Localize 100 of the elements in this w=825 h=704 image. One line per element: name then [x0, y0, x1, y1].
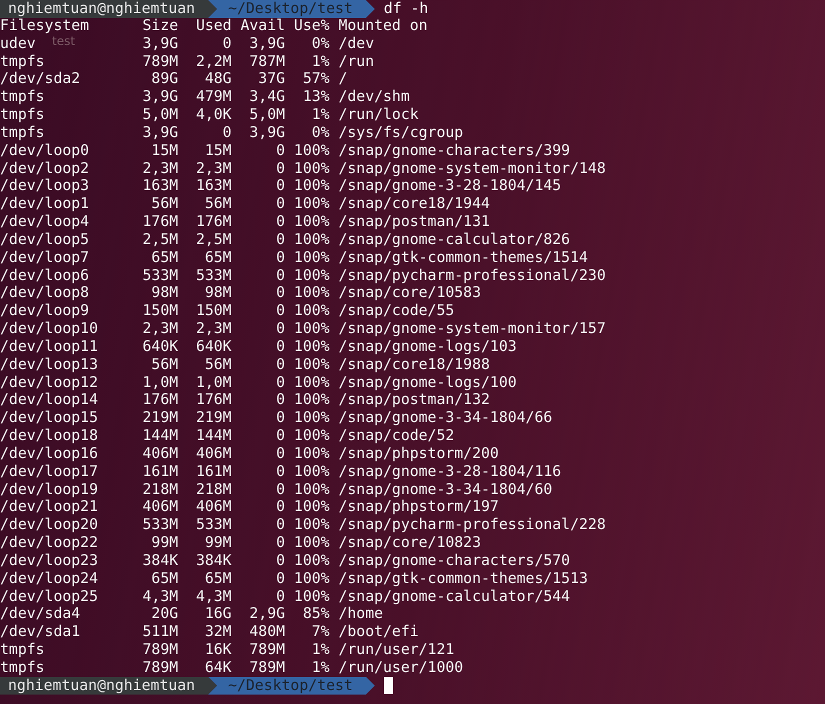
table-cell-text: /snap/gnome-system-monitor/157: [337, 320, 607, 338]
table-cell-text: 0: [275, 409, 286, 428]
table-cell-text: 150M: [142, 302, 178, 320]
table-cell-text: 100%: [292, 195, 330, 214]
table-cell-text: 100%: [292, 266, 330, 284]
table-cell-text: 176M: [142, 213, 178, 231]
table-cell-text: 2,3M: [194, 160, 232, 178]
table-cell: /dev/loop6: [0, 266, 90, 284]
column-header: Avail: [239, 17, 286, 35]
table-cell-text: 3,9G: [142, 124, 178, 142]
table-cell-text: 2,9G: [248, 605, 286, 624]
table-cell-text: 0: [275, 374, 286, 392]
table-cell-text: 0: [275, 570, 286, 588]
table-cell-text: 1%: [310, 52, 330, 70]
table-cell-text: 100%: [292, 480, 330, 498]
table-cell-text: 640K: [142, 338, 178, 356]
table-cell-text: 176M: [142, 391, 178, 410]
table-cell-text: 2,5M: [142, 230, 178, 249]
table-cell-text: 56M: [150, 356, 178, 374]
table-cell-text: /snap/core/10823: [337, 534, 482, 552]
table-cell-text: /run/lock: [337, 106, 420, 124]
table-cell-text: 100%: [292, 409, 330, 428]
table-cell-text: /snap/gnome-logs/103: [337, 338, 518, 356]
ghost-label: test: [52, 36, 76, 47]
table-cell-text: /run: [337, 52, 376, 70]
table-cell-text: /: [337, 70, 348, 88]
table-cell: /dev/sda1: [0, 623, 80, 641]
table-cell-text: 56M: [204, 356, 232, 374]
table-cell-text: /snap/gnome-3-28-1804/116: [337, 462, 562, 481]
table-cell-text: 218M: [142, 480, 178, 498]
table-cell-text: /run/user/1000: [337, 658, 464, 677]
prompt-user-segment: nghiemtuan@nghiemtuan: [0, 676, 218, 695]
table-cell-text: 65M: [150, 570, 178, 588]
table-cell-text: 4,0K: [194, 106, 232, 124]
table-cell-text: 0: [275, 177, 286, 196]
table-cell-text: 16G: [204, 605, 232, 624]
table-cell: tmpfs: [0, 658, 45, 677]
table-cell-text: 0: [275, 480, 286, 498]
table-cell: /dev/loop0: [0, 142, 90, 160]
table-cell: /dev/loop1: [0, 195, 90, 214]
table-cell-text: 100%: [292, 142, 330, 160]
table-cell-text: 0: [275, 230, 286, 249]
table-cell-text: 100%: [292, 498, 330, 516]
column-header: Mounted on: [337, 17, 429, 35]
table-cell-text: 2,3M: [194, 320, 232, 338]
table-cell-text: 100%: [292, 462, 330, 481]
table-cell-text: /snap/core18/1944: [337, 195, 491, 214]
table-cell-text: 0: [275, 356, 286, 374]
table-cell-text: 384K: [142, 552, 178, 570]
table-cell-text: 640K: [194, 338, 232, 356]
table-cell-text: 144M: [142, 427, 178, 445]
table-cell-text: 100%: [292, 356, 330, 374]
table-cell-text: 20G: [150, 605, 178, 624]
table-cell-text: 1%: [310, 106, 330, 124]
table-cell-text: 4,3M: [142, 588, 178, 606]
table-cell-text: 2,5M: [194, 230, 232, 249]
table-cell-text: 100%: [292, 320, 330, 338]
table-cell: /dev/sda2: [0, 70, 80, 88]
table-cell-text: 64K: [204, 658, 232, 677]
table-cell-text: 100%: [292, 302, 330, 320]
table-cell-text: /run/user/121: [337, 640, 456, 659]
table-cell-text: /snap/core18/1988: [337, 356, 491, 374]
table-cell-text: 0: [275, 142, 286, 160]
table-cell-text: 0: [275, 320, 286, 338]
table-cell-text: 163M: [142, 177, 178, 196]
table-cell-text: 0: [275, 195, 286, 214]
table-cell: /dev/loop22: [0, 534, 98, 552]
table-cell-text: 56M: [204, 195, 232, 214]
table-cell-text: 1%: [310, 658, 330, 677]
table-cell-text: 57%: [302, 70, 330, 88]
table-cell-text: /snap/gnome-logs/100: [337, 374, 518, 392]
table-cell-text: 0: [275, 213, 286, 231]
table-cell-text: /boot/efi: [337, 623, 420, 641]
table-cell-text: 0: [275, 266, 286, 284]
table-cell-text: 48G: [204, 70, 232, 88]
table-cell-text: 789M: [248, 658, 286, 677]
table-cell-text: 787M: [248, 52, 286, 70]
table-cell-text: 85%: [302, 605, 330, 624]
table-cell-text: 0: [275, 160, 286, 178]
table-cell: /dev/loop12: [0, 374, 98, 392]
table-cell-text: 0: [275, 462, 286, 481]
table-cell-text: /snap/core/10583: [337, 284, 482, 302]
table-cell-text: /snap/gnome-calculator/544: [337, 588, 572, 606]
table-cell-text: 0: [275, 552, 286, 570]
table-cell-text: 100%: [292, 177, 330, 196]
table-cell: tmpfs: [0, 88, 45, 106]
table-cell-text: 789M: [142, 640, 178, 659]
table-cell-text: 0: [222, 34, 232, 53]
table-cell-text: 32M: [204, 623, 232, 641]
table-cell: /dev/loop17: [0, 462, 98, 481]
table-cell-text: 406M: [194, 444, 232, 463]
table-cell-text: 789M: [142, 658, 178, 677]
table-cell-text: 3,4G: [248, 88, 286, 106]
table-cell: /dev/loop16: [0, 444, 98, 463]
table-cell: /dev/loop9: [0, 302, 90, 320]
table-cell-text: 0: [275, 444, 286, 463]
table-cell-text: 533M: [194, 266, 232, 284]
table-cell-text: 789M: [142, 52, 178, 70]
table-cell-text: 5,0M: [248, 106, 286, 124]
table-cell-text: /dev/shm: [337, 88, 411, 106]
